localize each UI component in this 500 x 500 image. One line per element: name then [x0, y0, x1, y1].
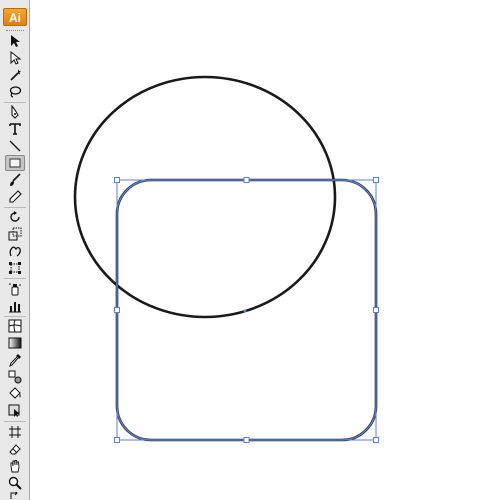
handle-bottom-right[interactable] [373, 437, 379, 443]
toolbar-separator [4, 316, 26, 317]
handle-middle-right[interactable] [373, 307, 379, 313]
artboard-canvas[interactable] [31, 0, 500, 500]
direct-selection-tool-button[interactable] [5, 50, 25, 66]
artwork [73, 75, 379, 443]
symbol-sprayer-tool-icon [9, 283, 21, 296]
gradient-tool-icon [8, 337, 22, 349]
toolbar-separator [4, 421, 26, 422]
illustrator-logo: Ai [3, 8, 27, 26]
column-graph-tool-button[interactable] [5, 298, 25, 314]
line-segment-tool-button[interactable] [5, 138, 25, 154]
free-transform-tool-button[interactable] [5, 260, 25, 276]
scale-tool-icon [8, 227, 22, 241]
type-tool-icon [9, 123, 21, 135]
zoom-tool-button[interactable] [5, 475, 25, 491]
line-segment-tool-icon [9, 140, 21, 152]
tools-panel: Ai [0, 0, 30, 500]
magic-wand-tool-button[interactable] [5, 67, 25, 83]
hand-tool-icon [10, 460, 20, 473]
free-transform-tool-icon [9, 262, 21, 274]
live-paint-selection-tool-icon [8, 404, 20, 417]
gradient-tool-button[interactable] [5, 335, 25, 351]
live-paint-selection-tool-button[interactable] [5, 403, 25, 419]
column-graph-tool-icon [9, 302, 21, 313]
handle-bottom-middle[interactable] [243, 437, 250, 443]
pencil-tool-icon [9, 190, 22, 203]
ellipse-anchor-point[interactable] [243, 309, 247, 313]
eyedropper-tool-button[interactable] [5, 352, 25, 368]
pencil-tool-button[interactable] [5, 189, 25, 205]
handle-bottom-left[interactable] [114, 437, 120, 443]
pen-tool-icon [11, 105, 19, 119]
paintbrush-tool-icon [10, 173, 21, 186]
scale-tool-button[interactable] [5, 226, 25, 242]
toolbar-separator [4, 278, 26, 279]
direct-selection-tool-icon [10, 51, 22, 65]
live-paint-bucket-tool-button[interactable] [5, 386, 25, 402]
mesh-tool-icon [8, 319, 22, 333]
ellipse-shape[interactable] [73, 75, 337, 319]
blend-tool-icon [8, 370, 22, 384]
live-paint-bucket-tool-icon [9, 387, 21, 399]
rectangle-tool-icon [9, 158, 21, 168]
handle-top-left[interactable] [114, 177, 120, 183]
slice-tool-button[interactable] [5, 424, 25, 440]
toolbar-separator [4, 102, 26, 103]
slice-tool-icon [9, 426, 21, 438]
pen-tool-button[interactable] [5, 104, 25, 120]
rectangle-tool-button[interactable] [5, 155, 25, 171]
handle-top-middle[interactable] [243, 177, 250, 183]
symbol-sprayer-tool-button[interactable] [5, 281, 25, 297]
handle-top-right[interactable] [373, 177, 379, 183]
hand-tool-button[interactable] [5, 458, 25, 474]
selection-tool-icon [11, 35, 20, 47]
blend-tool-button[interactable] [5, 369, 25, 385]
rotate-tool-button[interactable] [5, 209, 25, 225]
zoom-tool-icon [8, 476, 22, 490]
lasso-tool-button[interactable] [5, 84, 25, 100]
toolbar-separator [4, 207, 26, 208]
rotate-tool-icon [10, 211, 20, 222]
eyedropper-tool-icon [9, 354, 21, 367]
eraser-tool-button[interactable] [5, 441, 25, 457]
lasso-tool-icon [9, 86, 22, 98]
paintbrush-tool-button[interactable] [5, 172, 25, 188]
mesh-tool-button[interactable] [5, 318, 25, 334]
warp-tool-button[interactable] [5, 243, 25, 259]
eraser-tool-icon [9, 444, 21, 455]
type-tool-button[interactable] [5, 121, 25, 137]
magic-wand-tool-icon [10, 69, 21, 81]
fill-stroke-swap-button[interactable] [5, 492, 25, 500]
warp-tool-icon [9, 246, 21, 257]
selection-tool-button[interactable] [5, 33, 25, 49]
swap-arrow-icon [10, 492, 18, 499]
handle-middle-left[interactable] [114, 307, 120, 313]
